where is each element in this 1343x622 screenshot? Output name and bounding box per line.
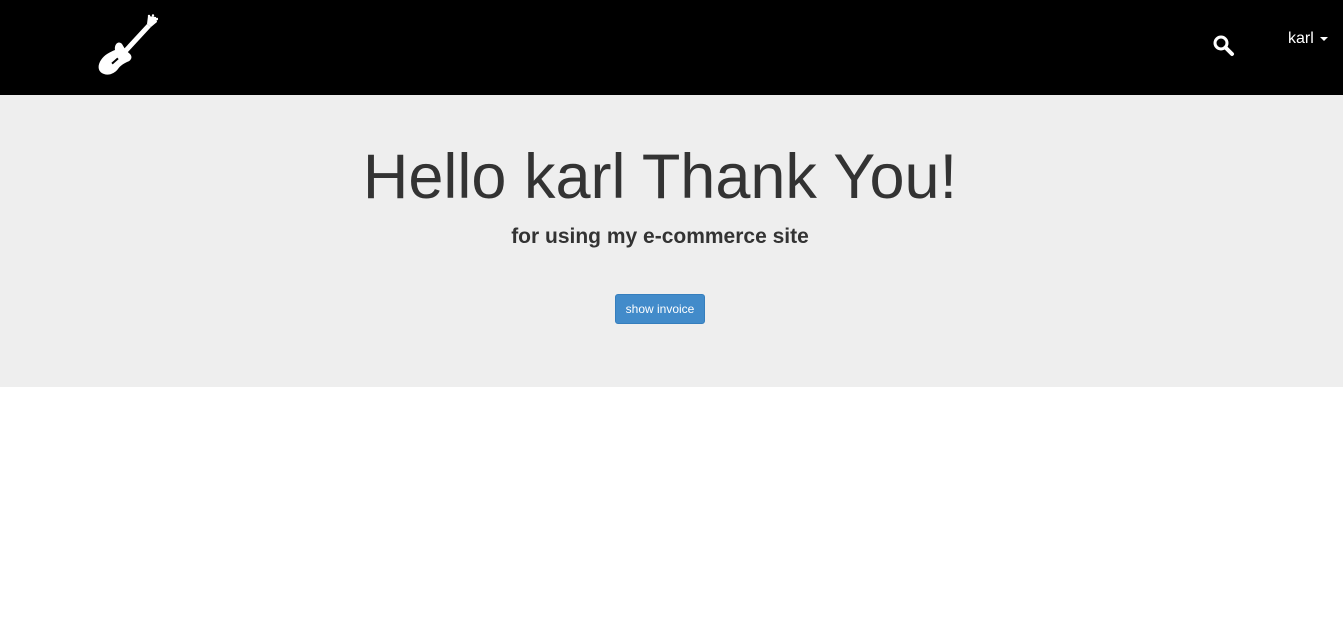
- navbar: karl: [0, 0, 1343, 95]
- thank-you-banner: Hello karl Thank You! for using my e-com…: [0, 95, 1343, 387]
- caret-down-icon: [1319, 37, 1328, 41]
- search-icon[interactable]: [1211, 33, 1235, 57]
- show-invoice-button[interactable]: show invoice: [615, 294, 705, 324]
- guitar-icon[interactable]: [96, 14, 158, 76]
- page-subtitle: for using my e-commerce site: [511, 225, 809, 248]
- user-dropdown[interactable]: karl: [1288, 29, 1328, 49]
- page-title: Hello karl Thank You!: [362, 142, 958, 212]
- user-name: karl: [1288, 30, 1314, 47]
